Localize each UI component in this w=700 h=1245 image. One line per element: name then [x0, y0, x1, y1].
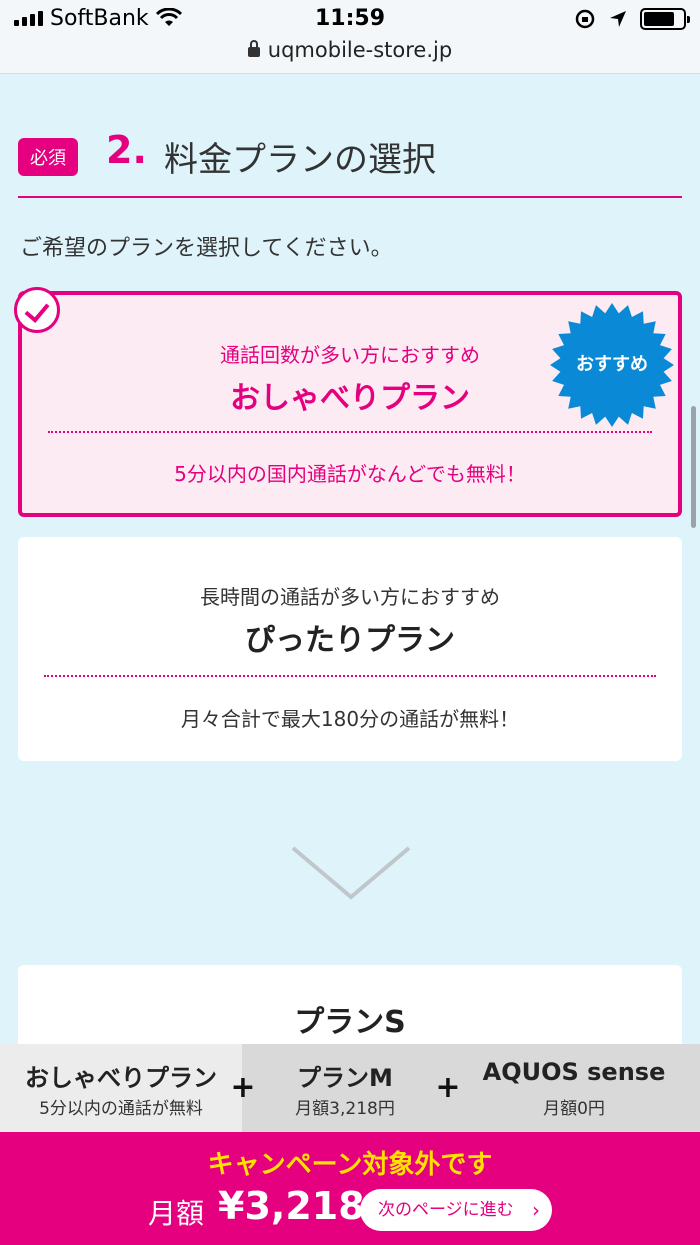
monthly-price-label: 月額	[148, 1197, 205, 1230]
next-page-label: 次のページに進む	[378, 1200, 514, 1220]
status-icons	[574, 8, 690, 30]
plan-card-pittari[interactable]: 長時間の通話が多い方におすすめ ぴったりプラン 月々合計で最大180分の通話が無…	[18, 537, 682, 761]
status-row: SoftBank 11:59	[0, 0, 700, 40]
plan-divider	[48, 431, 652, 433]
monthly-price-value: ¥3,218	[218, 1184, 365, 1228]
summary-data-plan: プランM 月額3,218円	[242, 1044, 448, 1132]
plan-name: ぴったりプラン	[245, 623, 455, 658]
summary-main: プランM	[297, 1064, 393, 1092]
campaign-notice: キャンペーン対象外です	[207, 1150, 493, 1180]
section-title: 料金プランの選択	[164, 140, 436, 180]
summary-main: AQUOS sense	[482, 1058, 666, 1086]
plus-icon: +	[435, 1070, 461, 1105]
url-text: uqmobile-store.jp	[267, 38, 453, 62]
plan-lead: 長時間の通話が多い方におすすめ	[200, 585, 500, 609]
scroll-indicator[interactable]	[691, 406, 696, 528]
orientation-lock-icon	[575, 9, 595, 29]
summary-device: AQUOS sense 月額0円	[448, 1044, 700, 1132]
summary-sub: 月額0円	[543, 1099, 605, 1119]
chevron-right-icon: ›	[532, 1198, 540, 1222]
next-page-button[interactable]: 次のページに進む ›	[360, 1189, 552, 1231]
summary-main: おしゃべりプラン	[25, 1064, 217, 1092]
required-badge: 必須	[18, 138, 78, 176]
summary-sub: 5分以内の通話が無料	[39, 1099, 203, 1119]
selection-summary: おしゃべりプラン 5分以内の通話が無料 プランM 月額3,218円 AQUOS …	[0, 1044, 700, 1132]
chevron-down-icon	[291, 846, 411, 900]
battery-icon	[640, 8, 690, 30]
step-number: 2.	[106, 128, 147, 172]
plan-divider	[44, 675, 656, 677]
location-icon	[610, 11, 626, 27]
plus-icon: +	[230, 1070, 256, 1105]
section-header: 必須 2. 料金プランの選択	[18, 128, 682, 198]
recommend-label: おすすめ	[576, 354, 648, 375]
plan-s-title: プランS	[294, 1005, 406, 1040]
check-icon	[14, 287, 60, 333]
summary-call-plan: おしゃべりプラン 5分以内の通話が無料	[0, 1044, 242, 1132]
price-footer: キャンペーン対象外です 月額 ¥3,218 次のページに進む ›	[0, 1132, 700, 1245]
plan-desc: 5分以内の国内通話がなんどでも無料！	[174, 462, 526, 486]
recommend-badge: おすすめ	[547, 300, 677, 430]
summary-sub: 月額3,218円	[295, 1099, 395, 1119]
browser-status-bar: SoftBank 11:59 uqmobile-store.jp	[0, 0, 700, 74]
lock-icon	[247, 40, 260, 57]
instruction-text: ご希望のプランを選択してください。	[20, 236, 393, 261]
address-bar[interactable]: uqmobile-store.jp	[0, 38, 700, 62]
plan-desc: 月々合計で最大180分の通話が無料！	[180, 707, 520, 731]
